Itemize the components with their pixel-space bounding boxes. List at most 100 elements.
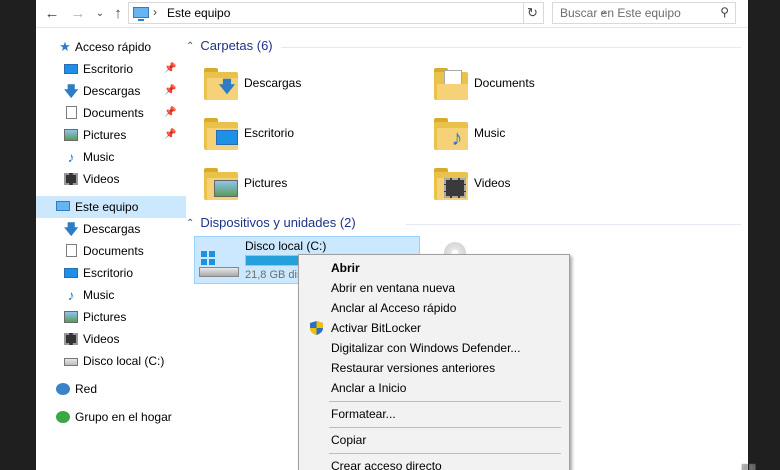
menu-item-pin-quick-access[interactable]: Anclar al Acceso rápido [301, 298, 567, 318]
menu-item-open[interactable]: Abrir [301, 258, 567, 278]
nav-label: Pictures [83, 128, 127, 142]
nav-label: Red [75, 382, 98, 396]
back-button[interactable]: ← [42, 4, 62, 24]
videos-folder-icon [434, 168, 468, 200]
pictures-folder-icon [204, 168, 238, 200]
search-placeholder: Buscar en Este equipo [560, 6, 681, 20]
music-folder-icon: ♪ [434, 118, 468, 150]
pin-icon: 📌 [164, 129, 177, 140]
folder-label: Videos [474, 176, 511, 190]
nav-label: Este equipo [75, 200, 139, 214]
nav-label: Documents [83, 106, 144, 120]
folder-label: Documents [474, 76, 535, 90]
nav-item-escritorio[interactable]: Escritorio 📌 [36, 58, 186, 80]
nav-this-pc[interactable]: Este equipo [36, 196, 186, 218]
drive-icon [64, 358, 78, 366]
this-pc-icon [133, 7, 149, 21]
pin-icon: 📌 [164, 107, 177, 118]
menu-item-copy[interactable]: Copiar [301, 430, 567, 450]
breadcrumb-location[interactable]: Este equipo [167, 6, 230, 20]
search-icon[interactable]: ⚲ [720, 5, 729, 19]
homegroup-icon [56, 411, 70, 423]
folder-documents[interactable]: Documents [434, 62, 634, 106]
search-input[interactable]: Buscar en Este equipo ⚲ [552, 2, 736, 24]
up-button[interactable]: ↑ [108, 4, 128, 24]
nav-label: Pictures [83, 310, 127, 324]
nav-label: Videos [83, 332, 120, 346]
nav-label: Escritorio [83, 62, 134, 76]
navigation-pane: ★ Acceso rápido Escritorio 📌 🡇 Descargas… [36, 28, 186, 470]
recent-locations-button[interactable]: ⌄ [90, 4, 110, 24]
nav-item-pictures[interactable]: Pictures 📌 [36, 124, 186, 146]
context-menu: Abrir Abrir en ventana nueva Anclar al A… [298, 254, 570, 470]
nav-item-escritorio[interactable]: Escritorio [36, 262, 186, 284]
nav-item-music[interactable]: ♪ Music [36, 146, 186, 168]
view-toggle-icon[interactable]: ▦▦ [741, 462, 756, 470]
nav-label: Grupo en el hogar [75, 410, 172, 424]
documents-folder-icon [434, 68, 468, 100]
menu-item-create-shortcut[interactable]: Crear acceso directo [301, 456, 567, 470]
pin-icon: 📌 [164, 85, 177, 96]
windows-drive-icon [199, 251, 239, 279]
pictures-icon [64, 129, 78, 141]
folder-label: Descargas [244, 76, 302, 90]
group-divider [281, 47, 741, 48]
videos-icon [64, 173, 78, 185]
folder-videos[interactable]: Videos [434, 162, 634, 206]
desktop-icon [64, 64, 78, 74]
uac-shield-icon [310, 321, 323, 335]
nav-label: Acceso rápido [75, 40, 152, 54]
breadcrumb-chevron-icon[interactable]: › [153, 5, 157, 19]
nav-label: Music [83, 150, 115, 164]
documents-icon [66, 106, 77, 119]
folders-group-header[interactable]: ⌃ Carpetas (6) [186, 38, 273, 58]
folder-escritorio[interactable]: Escritorio [204, 112, 404, 156]
nav-label: Disco local (C:) [83, 354, 165, 368]
nav-item-music[interactable]: ♪ Music [36, 284, 186, 306]
nav-item-documents[interactable]: Documents [36, 240, 186, 262]
desktop-icon [64, 268, 78, 278]
nav-item-pictures[interactable]: Pictures [36, 306, 186, 328]
menu-item-scan-defender[interactable]: Digitalizar con Windows Defender... [301, 338, 567, 358]
pictures-icon [64, 311, 78, 323]
menu-separator [329, 453, 561, 454]
menu-item-open-new-window[interactable]: Abrir en ventana nueva [301, 278, 567, 298]
nav-label: Descargas [83, 222, 141, 236]
collapse-chevron-icon[interactable]: ⌃ [186, 218, 194, 229]
nav-label: Videos [83, 172, 120, 186]
menu-item-restore-versions[interactable]: Restaurar versiones anteriores [301, 358, 567, 378]
desktop-folder-icon [204, 118, 238, 150]
window-frame-left [0, 0, 36, 470]
nav-homegroup[interactable]: Grupo en el hogar [36, 406, 186, 428]
address-toolbar: ← → ⌄ ↑ › Este equipo ⌄ ↻ Buscar en Este… [36, 0, 748, 28]
folder-descargas[interactable]: 🡇 Descargas [204, 62, 404, 106]
nav-item-videos[interactable]: Videos [36, 168, 186, 190]
music-icon: ♪ [67, 287, 75, 303]
music-icon: ♪ [67, 149, 75, 165]
address-bar[interactable]: › Este equipo ⌄ [128, 2, 607, 24]
forward-button[interactable]: → [68, 4, 88, 24]
folder-label: Escritorio [244, 126, 295, 140]
collapse-chevron-icon[interactable]: ⌃ [186, 41, 194, 52]
menu-item-format[interactable]: Formatear... [301, 404, 567, 424]
nav-item-documents[interactable]: Documents 📌 [36, 102, 186, 124]
menu-item-bitlocker[interactable]: Activar BitLocker [301, 318, 567, 338]
nav-item-videos[interactable]: Videos [36, 328, 186, 350]
nav-label: Escritorio [83, 266, 134, 280]
nav-item-descargas[interactable]: 🡇 Descargas 📌 [36, 80, 186, 102]
nav-label: Music [83, 288, 115, 302]
menu-item-pin-start[interactable]: Anclar a Inicio [301, 378, 567, 398]
nav-quick-access[interactable]: ★ Acceso rápido [36, 36, 186, 58]
window-frame-right [748, 0, 780, 470]
refresh-button[interactable]: ↻ [522, 2, 544, 24]
nav-item-local-disk[interactable]: Disco local (C:) [36, 350, 186, 372]
folder-label: Music [474, 126, 506, 140]
nav-network[interactable]: Red [36, 378, 186, 400]
folder-pictures[interactable]: Pictures [204, 162, 404, 206]
folder-music[interactable]: ♪ Music [434, 112, 634, 156]
devices-group-header[interactable]: ⌃ Dispositivos y unidades (2) [186, 215, 356, 235]
downloads-icon: 🡇 [64, 83, 79, 99]
nav-item-descargas[interactable]: 🡇 Descargas [36, 218, 186, 240]
network-icon [56, 383, 70, 395]
drive-name: Disco local (C:) [245, 239, 327, 253]
